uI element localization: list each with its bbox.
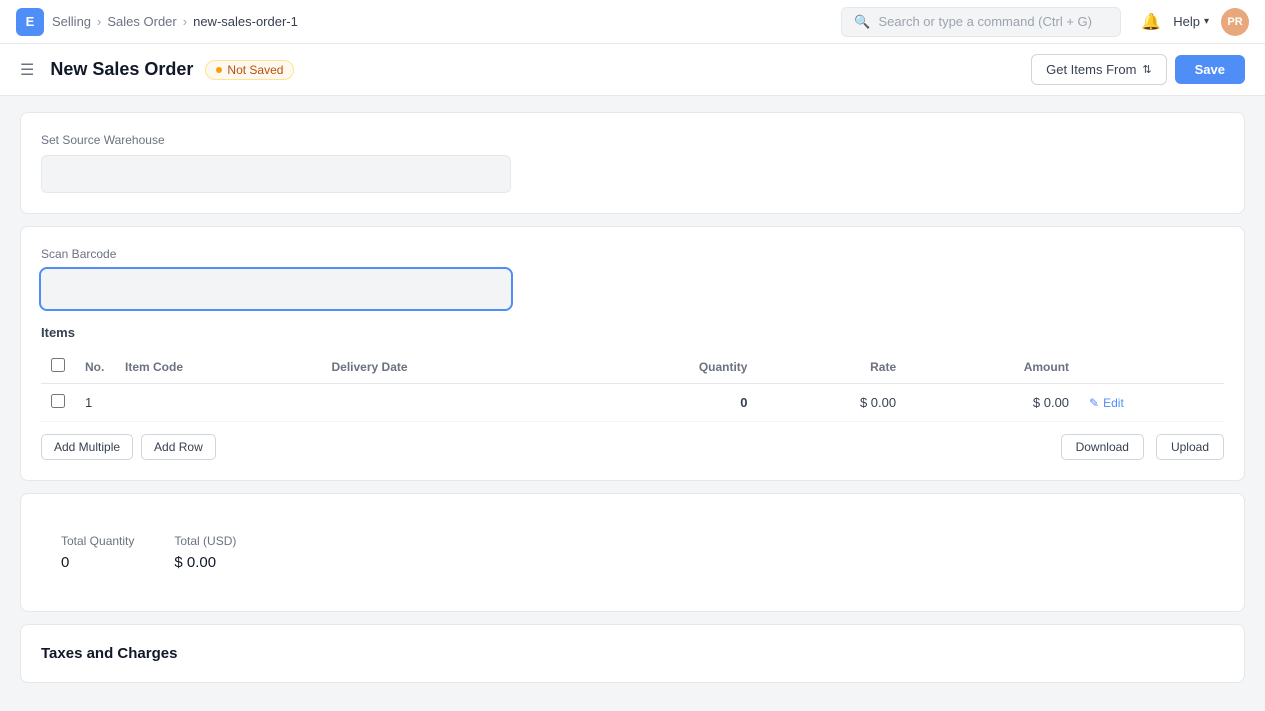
right-table-actions: Download Upload bbox=[1061, 434, 1224, 460]
menu-icon[interactable]: ☰ bbox=[20, 60, 34, 80]
add-multiple-button[interactable]: Add Multiple bbox=[41, 434, 133, 460]
table-actions: Add Multiple Add Row Download Upload bbox=[41, 434, 1224, 460]
total-usd-value: $ 0.00 bbox=[174, 554, 236, 571]
help-button[interactable]: Help ▾ bbox=[1173, 14, 1209, 29]
row-checkbox-cell bbox=[41, 384, 75, 422]
avatar[interactable]: PR bbox=[1221, 8, 1249, 36]
taxes-card: Taxes and Charges bbox=[20, 624, 1245, 683]
row-item-code bbox=[115, 384, 322, 422]
col-header-item-code: Item Code bbox=[115, 350, 322, 384]
totals-card: Total Quantity 0 Total (USD) $ 0.00 bbox=[20, 493, 1245, 612]
breadcrumb-sep-1: › bbox=[97, 14, 101, 29]
row-delivery-date bbox=[322, 384, 576, 422]
table-row: 1 0 $ 0.00 $ 0.00 ✎ Edit bbox=[41, 384, 1224, 422]
total-quantity-value: 0 bbox=[61, 554, 134, 571]
scan-barcode-label: Scan Barcode bbox=[41, 247, 1224, 261]
not-saved-badge: Not Saved bbox=[205, 60, 294, 80]
col-header-quantity: Quantity bbox=[576, 350, 758, 384]
row-rate: $ 0.00 bbox=[757, 384, 906, 422]
items-section-label: Items bbox=[41, 325, 1224, 340]
add-row-button[interactable]: Add Row bbox=[141, 434, 216, 460]
not-saved-dot bbox=[216, 67, 222, 73]
search-placeholder: Search or type a command (Ctrl + G) bbox=[878, 14, 1092, 29]
col-header-no: No. bbox=[75, 350, 115, 384]
get-items-chevron-icon: ⇅ bbox=[1142, 63, 1151, 76]
items-table: No. Item Code Delivery Date Quantity Rat… bbox=[41, 350, 1224, 422]
chevron-down-icon: ▾ bbox=[1204, 16, 1209, 27]
breadcrumb: Selling › Sales Order › new-sales-order-… bbox=[52, 14, 298, 29]
taxes-title: Taxes and Charges bbox=[41, 645, 1224, 662]
get-items-from-button[interactable]: Get Items From ⇅ bbox=[1031, 54, 1167, 85]
row-edit-cell: ✎ Edit bbox=[1079, 384, 1224, 422]
edit-icon: ✎ bbox=[1089, 396, 1099, 410]
breadcrumb-sales-order[interactable]: Sales Order bbox=[107, 14, 176, 29]
page-title: New Sales Order bbox=[50, 59, 193, 80]
source-warehouse-input[interactable] bbox=[41, 155, 511, 193]
download-button[interactable]: Download bbox=[1061, 434, 1144, 460]
col-header-delivery-date: Delivery Date bbox=[322, 350, 576, 384]
items-card: Scan Barcode Items No. Item Code Deliver… bbox=[20, 226, 1245, 481]
main-content: Set Source Warehouse Scan Barcode Items … bbox=[0, 96, 1265, 711]
header-actions: Get Items From ⇅ Save bbox=[1031, 54, 1245, 85]
top-nav: E Selling › Sales Order › new-sales-orde… bbox=[0, 0, 1265, 44]
row-amount: $ 0.00 bbox=[906, 384, 1079, 422]
save-button[interactable]: Save bbox=[1175, 55, 1245, 84]
totals-grid: Total Quantity 0 Total (USD) $ 0.00 bbox=[41, 514, 1224, 591]
search-icon: 🔍 bbox=[854, 14, 870, 30]
source-warehouse-label: Set Source Warehouse bbox=[41, 133, 1224, 147]
col-header-rate: Rate bbox=[757, 350, 906, 384]
row-quantity: 0 bbox=[576, 384, 758, 422]
row-edit-button[interactable]: ✎ Edit bbox=[1089, 396, 1124, 410]
row-checkbox[interactable] bbox=[51, 394, 65, 408]
app-icon[interactable]: E bbox=[16, 8, 44, 36]
nav-actions: 🔔 Help ▾ PR bbox=[1141, 8, 1249, 36]
total-usd-label: Total (USD) bbox=[174, 534, 236, 548]
upload-button[interactable]: Upload bbox=[1156, 434, 1224, 460]
total-usd-section: Total (USD) $ 0.00 bbox=[174, 534, 236, 571]
breadcrumb-current: new-sales-order-1 bbox=[193, 14, 298, 29]
source-warehouse-card: Set Source Warehouse bbox=[20, 112, 1245, 214]
scan-barcode-input[interactable] bbox=[41, 269, 511, 309]
breadcrumb-selling[interactable]: Selling bbox=[52, 14, 91, 29]
total-quantity-section: Total Quantity 0 bbox=[61, 534, 134, 571]
col-header-checkbox bbox=[41, 350, 75, 384]
nav-search-box[interactable]: 🔍 Search or type a command (Ctrl + G) bbox=[841, 7, 1121, 37]
col-header-actions bbox=[1079, 350, 1224, 384]
breadcrumb-sep-2: › bbox=[183, 14, 187, 29]
bell-icon[interactable]: 🔔 bbox=[1141, 12, 1161, 32]
page-header: ☰ New Sales Order Not Saved Get Items Fr… bbox=[0, 44, 1265, 96]
total-quantity-label: Total Quantity bbox=[61, 534, 134, 548]
row-no: 1 bbox=[75, 384, 115, 422]
select-all-checkbox[interactable] bbox=[51, 358, 65, 372]
col-header-amount: Amount bbox=[906, 350, 1079, 384]
not-saved-label: Not Saved bbox=[227, 63, 283, 77]
